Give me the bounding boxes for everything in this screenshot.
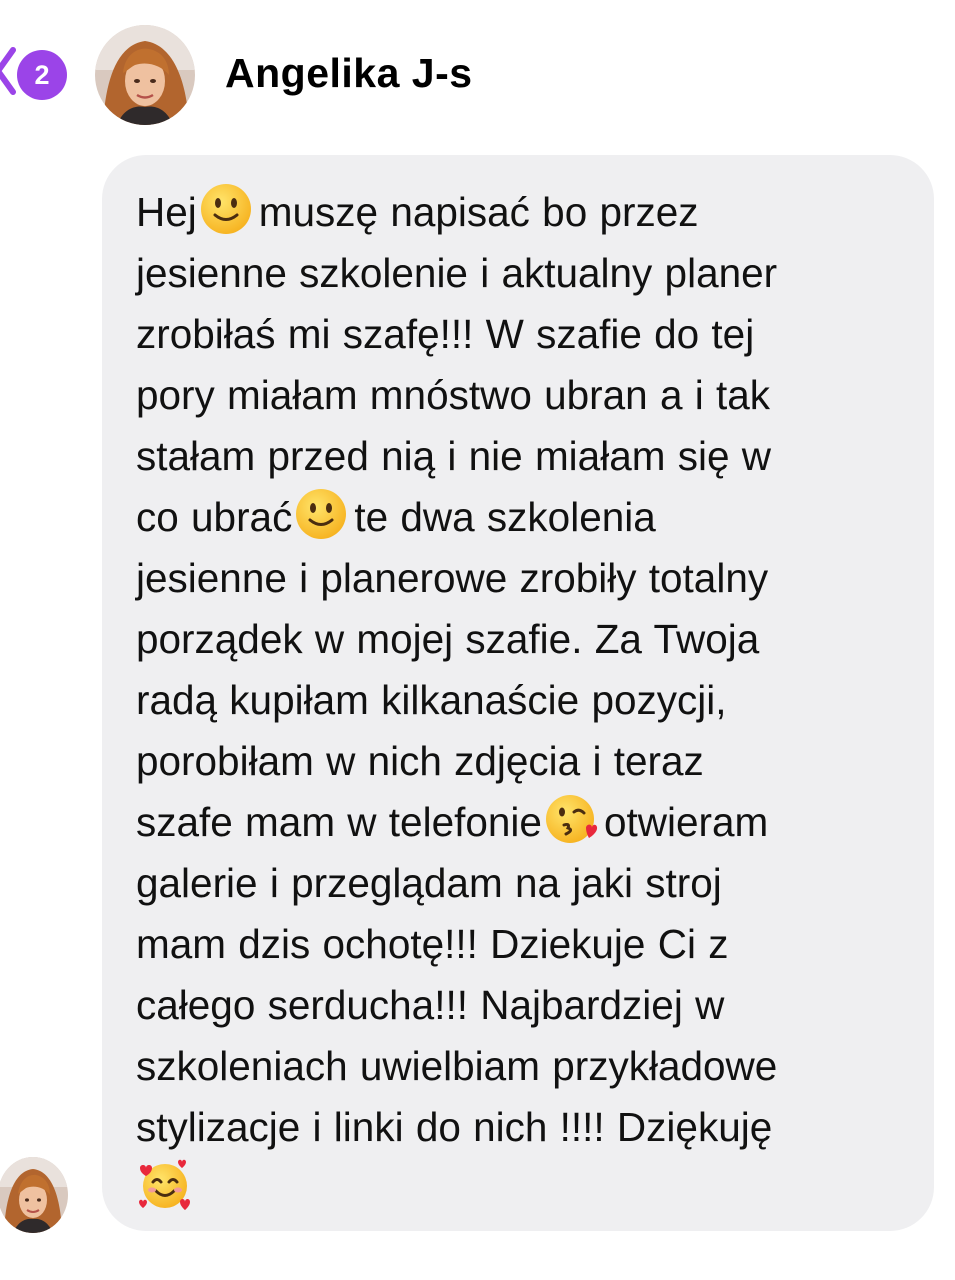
message-line: szafe mam w telefonie otwieram — [136, 792, 904, 853]
message-line — [136, 1158, 904, 1219]
message-line-text: radą kupiłam kilkanaście pozycji, — [136, 677, 727, 723]
message-line: co ubrać te dwa szkolenia — [136, 487, 904, 548]
message-line: Hej muszę napisać bo przez — [136, 182, 904, 243]
sender-profile-photo — [0, 1157, 68, 1233]
message-line-text: porządek w mojej szafie. Za Twoja — [136, 616, 760, 662]
message-line: porządek w mojej szafie. Za Twoja — [136, 609, 904, 670]
message-line: galerie i przeglądam na jaki stroj — [136, 853, 904, 914]
message-line: pory miałam mnóstwo ubran a i tak — [136, 365, 904, 426]
message-line: stałam przed nią i nie miałam się w — [136, 426, 904, 487]
message-line-text: co ubrać — [136, 494, 293, 540]
message-line-text: stylizacje i linki do nich !!!! Dziękuję — [136, 1104, 773, 1150]
contact-name[interactable]: Angelika J-s — [225, 50, 473, 97]
chat-screen: 2 Angelika J-s Hej muszę napisać bo przez… — [0, 0, 955, 1280]
slightly-smiling-face-icon — [294, 487, 348, 541]
message-line-text: te dwa szkolenia — [354, 494, 656, 540]
message-line: radą kupiłam kilkanaście pozycji, — [136, 670, 904, 731]
message-line-text: szkoleniach uwielbiam przykładowe — [136, 1043, 778, 1089]
sender-avatar[interactable] — [0, 1157, 68, 1233]
message-line-text: Hej — [136, 189, 197, 235]
message-line: stylizacje i linki do nich !!!! Dziękuję — [136, 1097, 904, 1158]
message-line-text: zrobiłaś mi szafę!!! W szafie do tej — [136, 311, 755, 357]
profile-photo — [95, 25, 195, 125]
message-line-text: mam dzis ochotę!!! Dziekuje Ci z — [136, 921, 729, 967]
message-line-text: szafe mam w telefonie — [136, 799, 542, 845]
message-text: Hej muszę napisać bo przez jesienne szkole… — [136, 182, 904, 1219]
chevron-left-icon — [0, 47, 16, 95]
message-line: całego serducha!!! Najbardziej w — [136, 975, 904, 1036]
message-line-text: pory miałam mnóstwo ubran a i tak — [136, 372, 771, 418]
message-bubble[interactable]: Hej muszę napisać bo przez jesienne szkole… — [102, 155, 934, 1231]
message-line-text: porobiłam w nich zdjęcia i teraz — [136, 738, 704, 784]
avatar[interactable] — [95, 25, 195, 125]
slightly-smiling-face-icon — [199, 182, 253, 236]
message-line-text: stałam przed nią i nie miałam się w — [136, 433, 771, 479]
message-line: zrobiłaś mi szafę!!! W szafie do tej — [136, 304, 904, 365]
smiling-face-with-hearts-icon — [138, 1158, 192, 1212]
message-line-text: jesienne szkolenie i aktualny planer — [136, 250, 778, 296]
unread-count-badge[interactable]: 2 — [17, 50, 67, 100]
message-line: jesienne i planerowe zrobiły totalny — [136, 548, 904, 609]
message-line-text: muszę napisać bo przez — [258, 189, 699, 235]
chat-header: 2 Angelika J-s — [0, 0, 955, 140]
message-line: porobiłam w nich zdjęcia i teraz — [136, 731, 904, 792]
message-line-text: jesienne i planerowe zrobiły totalny — [136, 555, 769, 601]
message-line-text: otwieram — [603, 799, 769, 845]
message-line: mam dzis ochotę!!! Dziekuje Ci z — [136, 914, 904, 975]
message-line-text: całego serducha!!! Najbardziej w — [136, 982, 725, 1028]
back-button[interactable] — [0, 46, 16, 96]
message-line-text: galerie i przeglądam na jaki stroj — [136, 860, 722, 906]
message-line: jesienne szkolenie i aktualny planer — [136, 243, 904, 304]
message-line: szkoleniach uwielbiam przykładowe — [136, 1036, 904, 1097]
face-blowing-a-kiss-icon — [544, 792, 598, 846]
